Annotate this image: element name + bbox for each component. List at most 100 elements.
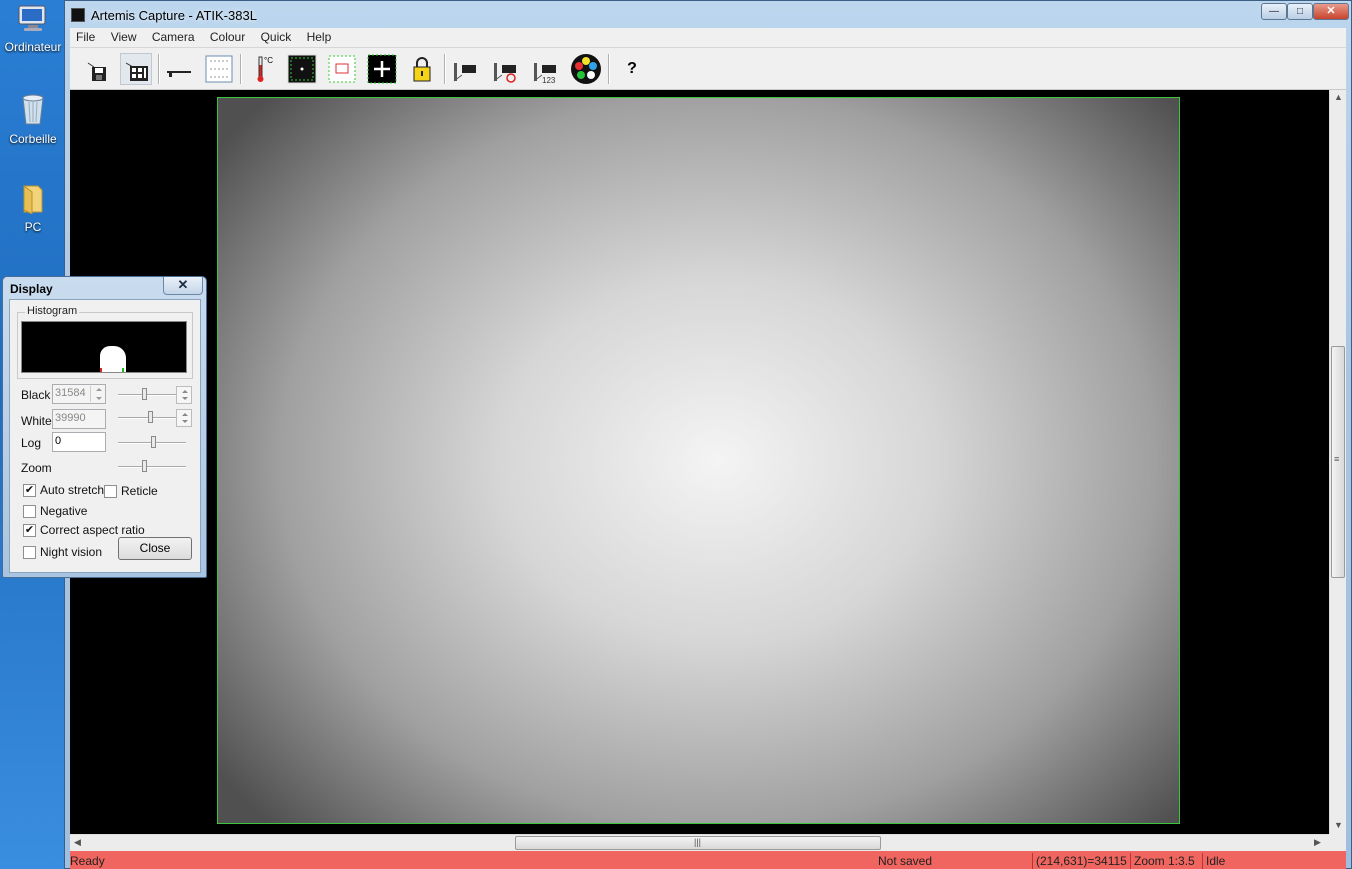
- crosshair-button[interactable]: [286, 53, 318, 85]
- dialog-body: Histogram Black 31584 White 39990 Log 0 …: [9, 299, 201, 573]
- svg-text:°C: °C: [264, 56, 273, 65]
- sequence-exposure-button[interactable]: 123: [530, 53, 562, 85]
- status-divider: [1202, 853, 1203, 869]
- title-bar[interactable]: Artemis Capture - ATIK-383L — □ ✕: [65, 1, 1351, 28]
- correct-aspect-checkbox[interactable]: ✔: [23, 524, 36, 537]
- white-level-value: 39990: [55, 412, 86, 424]
- scroll-grip-icon: |||: [694, 837, 702, 847]
- desktop-icon-computer[interactable]: Ordinateur: [0, 4, 66, 54]
- menu-quick[interactable]: Quick: [255, 28, 298, 47]
- film-capture-button[interactable]: [120, 53, 152, 85]
- menu-view[interactable]: View: [105, 28, 143, 47]
- toolbar: °C 123 ?: [70, 48, 1346, 90]
- main-window: Artemis Capture - ATIK-383L — □ ✕ File V…: [64, 0, 1352, 869]
- continuous-exposure-button[interactable]: [490, 53, 522, 85]
- menu-colour[interactable]: Colour: [204, 28, 251, 47]
- night-vision-checkbox[interactable]: [23, 546, 36, 559]
- reticle-plus-button[interactable]: [366, 53, 398, 85]
- horizontal-scrollbar[interactable]: ◀ ||| ▶: [70, 834, 1329, 851]
- window-title: Artemis Capture - ATIK-383L: [91, 8, 257, 23]
- spinner-icon[interactable]: [90, 386, 104, 402]
- minimize-button[interactable]: —: [1261, 3, 1287, 20]
- desktop-icon-label: Corbeille: [9, 132, 57, 146]
- histogram-plot: [21, 321, 187, 373]
- captured-image[interactable]: [217, 97, 1180, 824]
- night-vision-label: Night vision: [40, 545, 103, 559]
- correct-aspect-label: Correct aspect ratio: [40, 523, 145, 537]
- zoom-slider[interactable]: [118, 460, 186, 474]
- scroll-down-arrow-icon[interactable]: ▼: [1334, 820, 1343, 830]
- vertical-scrollbar[interactable]: ▲ ≡ ▼: [1329, 90, 1346, 834]
- recycle-bin-icon: [0, 92, 66, 129]
- status-saved: Not saved: [878, 854, 933, 868]
- histogram-group: Histogram: [17, 305, 193, 379]
- status-pixel-value: (214,631)=34115: [1036, 854, 1127, 868]
- scroll-right-arrow-icon[interactable]: ▶: [1314, 837, 1321, 848]
- slider-thumb[interactable]: [142, 388, 147, 400]
- single-exposure-icon: [453, 63, 476, 82]
- white-label: White: [21, 414, 52, 428]
- slider-track: [118, 466, 186, 468]
- svg-text:123: 123: [542, 76, 556, 85]
- black-level-input[interactable]: 31584: [52, 384, 106, 404]
- black-point-marker: [100, 368, 102, 372]
- slider-thumb[interactable]: [148, 411, 153, 423]
- auto-stretch-checkbox[interactable]: ✔: [23, 484, 36, 497]
- focus-bar-button[interactable]: [163, 53, 195, 85]
- log-value: 0: [55, 435, 62, 447]
- scroll-corner: [1329, 834, 1346, 851]
- display-settings-button[interactable]: [203, 53, 235, 85]
- scroll-left-arrow-icon[interactable]: ◀: [74, 837, 81, 848]
- toolbar-separator: [608, 54, 610, 84]
- menu-camera[interactable]: Camera: [146, 28, 201, 47]
- toolbar-separator: [444, 54, 446, 84]
- lock-icon: [413, 57, 431, 82]
- slider-thumb[interactable]: [151, 436, 156, 448]
- maximize-button[interactable]: □: [1287, 3, 1313, 20]
- subframe-button[interactable]: [326, 53, 358, 85]
- desktop-icon-label: PC: [24, 220, 42, 234]
- close-button[interactable]: ✕: [1313, 3, 1349, 20]
- reticle-label: Reticle: [121, 484, 158, 498]
- negative-label: Negative: [40, 504, 88, 518]
- subframe-icon: [328, 55, 356, 83]
- scroll-up-arrow-icon[interactable]: ▲: [1334, 92, 1343, 102]
- auto-stretch-label: Auto stretch: [40, 483, 105, 497]
- desktop-icon-pc-folder[interactable]: PC: [0, 182, 66, 234]
- toolbar-separator: [158, 54, 160, 84]
- close-dialog-button[interactable]: Close: [118, 537, 192, 560]
- black-label: Black: [21, 388, 51, 402]
- negative-checkbox[interactable]: [23, 505, 36, 518]
- slider-thumb[interactable]: [142, 460, 147, 472]
- black-spin-button[interactable]: [176, 386, 192, 404]
- black-level-value: 31584: [55, 387, 86, 399]
- menu-help[interactable]: Help: [301, 28, 338, 47]
- reticle-checkbox[interactable]: [104, 485, 117, 498]
- histogram-label: Histogram: [25, 305, 80, 317]
- menu-file[interactable]: File: [70, 28, 101, 47]
- status-state: Idle: [1206, 854, 1226, 868]
- log-input[interactable]: 0: [52, 432, 106, 452]
- single-exposure-button[interactable]: [450, 53, 482, 85]
- film-capture-icon: [125, 62, 148, 81]
- display-settings-icon: [205, 55, 233, 83]
- colour-filter-wheel-button[interactable]: [570, 53, 602, 85]
- white-spin-button[interactable]: [176, 409, 192, 427]
- log-label: Log: [21, 436, 42, 450]
- folder-icon: [0, 182, 66, 217]
- white-level-input[interactable]: 39990: [52, 409, 106, 429]
- menu-bar: File View Camera Colour Quick Help: [70, 28, 1346, 48]
- save-icon: [87, 62, 106, 81]
- image-viewport[interactable]: [70, 90, 1329, 834]
- temperature-button[interactable]: °C: [246, 53, 278, 85]
- desktop-icon-recycle-bin[interactable]: Corbeille: [0, 92, 66, 146]
- lock-button[interactable]: [406, 53, 438, 85]
- help-button[interactable]: ?: [616, 53, 648, 85]
- thermometer-icon: °C: [257, 56, 273, 82]
- status-zoom: Zoom 1:3.5: [1134, 854, 1195, 868]
- desktop-icon-label: Ordinateur: [4, 40, 62, 54]
- log-slider[interactable]: [118, 436, 186, 450]
- save-button[interactable]: [80, 53, 112, 85]
- dialog-close-icon[interactable]: ✕: [163, 277, 203, 295]
- dialog-title: Display: [10, 282, 53, 296]
